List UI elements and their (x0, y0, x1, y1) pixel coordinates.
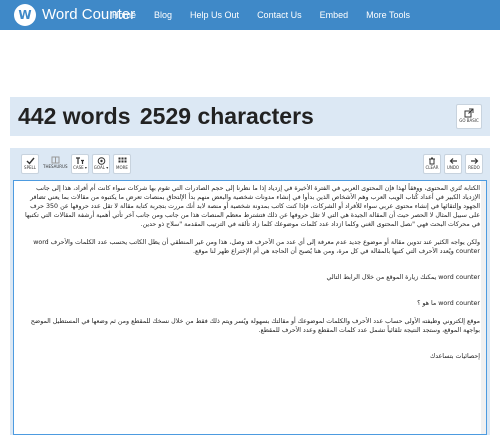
thesaurus-label: THESAURUS (43, 164, 68, 169)
goal-label: GOAL ▾ (93, 165, 109, 170)
logo-icon: W (14, 4, 36, 26)
more-button[interactable]: MORE (113, 154, 131, 174)
word-count: 442 words (18, 103, 131, 129)
editor-paragraph-5: موقع إلكتروني وظيفته الأولى حساب عدد الأ… (30, 318, 480, 334)
spell-label: SPELL (24, 165, 36, 170)
go-basic-button[interactable]: GO BASIC (456, 104, 482, 129)
target-icon (97, 157, 105, 165)
redo-label: REDO (468, 165, 480, 170)
arrow-right-icon (470, 158, 478, 164)
editor-panel: SPELL THESAURUS CASE ▾ GOAL ▾ MORE CLEAR… (10, 148, 490, 435)
text-case-icon (76, 157, 84, 164)
grid-icon (118, 157, 126, 163)
editor-paragraph-3: word counter يمكنك زيارة الموقع من خلال … (326, 274, 480, 281)
main-nav: Home Blog Help Us Out Contact Us Embed M… (112, 0, 428, 30)
thesaurus-button[interactable]: THESAURUS (43, 154, 68, 174)
redo-button[interactable]: REDO (465, 154, 483, 174)
clear-button[interactable]: CLEAR (423, 154, 441, 174)
editor-paragraph-4: word counter ما هو ؟ (417, 300, 480, 307)
editor-paragraph-2: ولكن يواجه الكثير عند تدوين مقالة أو موض… (33, 239, 480, 255)
editor-scrollbar[interactable] (481, 181, 486, 434)
top-navbar: W Word Counter Home Blog Help Us Out Con… (0, 0, 500, 30)
undo-button[interactable]: UNDO (444, 154, 462, 174)
editor-content: الكتابة تُثري المحتوى، ووفقاً لهذا فإن ا… (14, 181, 486, 361)
spell-button[interactable]: SPELL (21, 154, 39, 174)
counter-readout: 442 words 2529 characters (18, 102, 317, 131)
nav-help-us-out[interactable]: Help Us Out (190, 0, 239, 30)
undo-label: UNDO (446, 165, 460, 170)
nav-home[interactable]: Home (112, 0, 136, 30)
editor-toolbar: SPELL THESAURUS CASE ▾ GOAL ▾ MORE CLEAR… (10, 148, 490, 180)
text-editor[interactable]: الكتابة تُثري المحتوى، ووفقاً لهذا فإن ا… (13, 180, 487, 435)
nav-embed[interactable]: Embed (320, 0, 349, 30)
character-count: 2529 characters (139, 103, 314, 129)
nav-blog[interactable]: Blog (154, 0, 172, 30)
counter-banner: 442 words 2529 characters GO BASIC (10, 97, 490, 136)
clear-label: CLEAR (425, 165, 439, 170)
editor-paragraph-1: الكتابة تُثري المحتوى، ووفقاً لهذا فإن ا… (25, 185, 480, 228)
checkmark-icon (26, 157, 35, 165)
case-button[interactable]: CASE ▾ (71, 154, 89, 174)
case-label: CASE ▾ (73, 165, 87, 170)
editor-paragraph-6: إحصائيات بتساعدك (430, 353, 480, 360)
go-basic-label: GO BASIC (459, 118, 479, 123)
nav-contact-us[interactable]: Contact Us (257, 0, 302, 30)
arrow-left-icon (449, 158, 457, 164)
more-label: MORE (116, 165, 128, 170)
trash-icon (429, 157, 435, 165)
book-icon (51, 156, 59, 164)
nav-more-tools[interactable]: More Tools (366, 0, 410, 30)
external-link-icon (464, 108, 474, 118)
goal-button[interactable]: GOAL ▾ (92, 154, 110, 174)
